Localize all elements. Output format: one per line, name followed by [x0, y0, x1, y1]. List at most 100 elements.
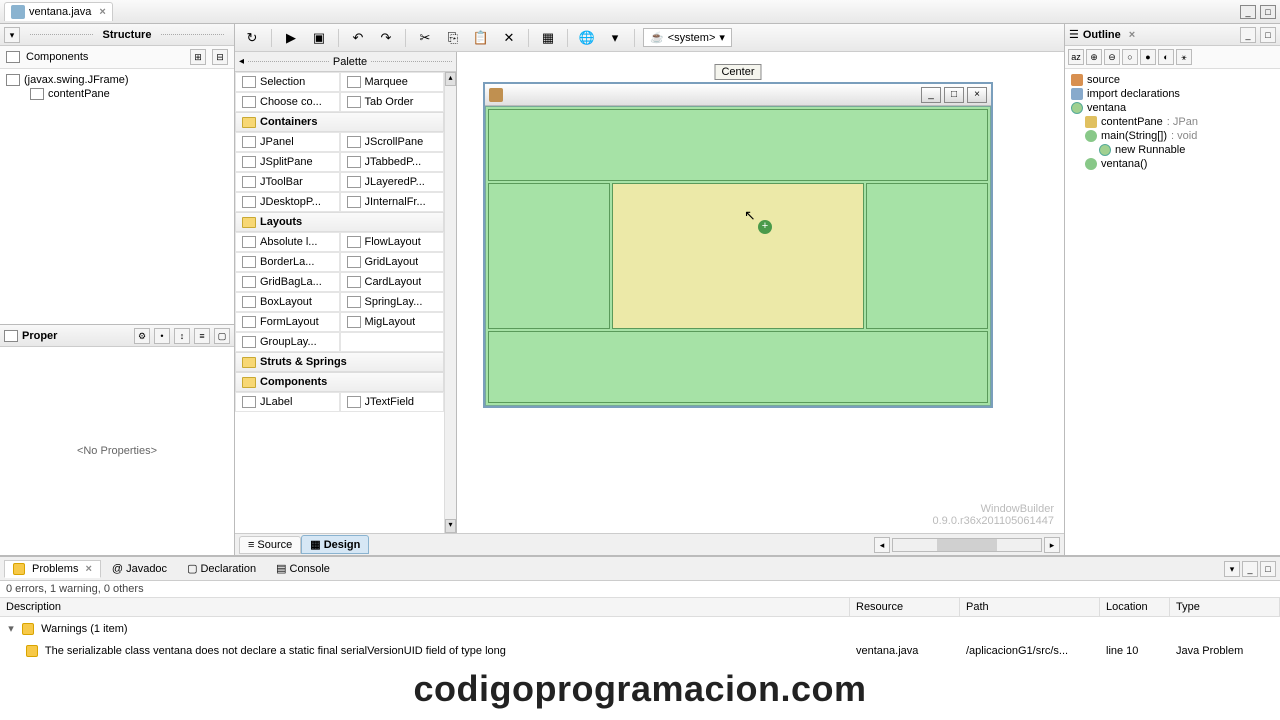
palette-item[interactable]: SpringLay...: [340, 292, 445, 312]
components-tree[interactable]: (javax.swing.JFrame) contentPane: [0, 69, 234, 324]
outline-node[interactable]: ventana(): [1071, 157, 1274, 171]
tab-design[interactable]: ▦ Design: [301, 535, 369, 554]
outline-tree[interactable]: sourceimport declarationsventanacontentP…: [1065, 69, 1280, 555]
palette-tool[interactable]: Choose co...: [235, 92, 340, 112]
tab-source[interactable]: ≡ Source: [239, 536, 301, 554]
maximize-button[interactable]: □: [1260, 5, 1276, 19]
palette-item[interactable]: JScrollPane: [340, 132, 445, 152]
prop-btn-1[interactable]: ⚙: [134, 328, 150, 344]
palette-item[interactable]: JToolBar: [235, 172, 340, 192]
hscroll-left-button[interactable]: ◂: [874, 537, 890, 553]
minimize-button[interactable]: _: [1240, 5, 1256, 19]
palette-item[interactable]: FlowLayout: [340, 232, 445, 252]
palette-tool[interactable]: Tab Order: [340, 92, 445, 112]
prop-btn-2[interactable]: •: [154, 328, 170, 344]
palette-category[interactable]: Layouts: [235, 212, 444, 232]
outline-min-button[interactable]: _: [1240, 27, 1256, 43]
palette-item[interactable]: BoxLayout: [235, 292, 340, 312]
col-resource[interactable]: Resource: [850, 598, 960, 616]
palette-item[interactable]: JPanel: [235, 132, 340, 152]
col-type[interactable]: Type: [1170, 598, 1280, 616]
outline-node[interactable]: source: [1071, 73, 1274, 87]
expand-icon[interactable]: ▾: [6, 622, 16, 635]
undo-button[interactable]: ↶: [347, 27, 369, 49]
outline-filter-5[interactable]: ◐: [1158, 49, 1174, 65]
palette-item[interactable]: Absolute l...: [235, 232, 340, 252]
outline-node[interactable]: ventana: [1071, 101, 1274, 115]
tree-node-jframe[interactable]: (javax.swing.JFrame): [6, 73, 228, 87]
globe-dropdown[interactable]: ▾: [604, 27, 626, 49]
design-canvas[interactable]: Center _ □ ×: [457, 52, 1064, 533]
palette-item[interactable]: JLabel: [235, 392, 340, 412]
prop-btn-3[interactable]: ↕: [174, 328, 190, 344]
palette-tool[interactable]: Marquee: [340, 72, 445, 92]
layout-button[interactable]: ▦: [537, 27, 559, 49]
problems-max-button[interactable]: □: [1260, 561, 1276, 577]
outline-filter-6[interactable]: ⚹: [1176, 49, 1192, 65]
tab-javadoc[interactable]: @ Javadoc: [103, 560, 176, 578]
region-north[interactable]: [488, 109, 988, 181]
hscroll-track[interactable]: [892, 538, 1042, 552]
system-dropdown[interactable]: ☕ <system> ▾: [643, 28, 732, 47]
editor-tab[interactable]: ventana.java ×: [4, 2, 113, 21]
test-button[interactable]: ▶: [280, 27, 302, 49]
palette-item[interactable]: GridBagLa...: [235, 272, 340, 292]
paste-button[interactable]: 📋: [470, 27, 492, 49]
tab-declaration[interactable]: ▢ Declaration: [178, 559, 265, 578]
expand-all-button[interactable]: ⊞: [190, 49, 206, 65]
palette-item[interactable]: MigLayout: [340, 312, 445, 332]
palette-item[interactable]: JDesktopP...: [235, 192, 340, 212]
problems-menu-button[interactable]: ▾: [1224, 561, 1240, 577]
region-east[interactable]: [866, 183, 988, 329]
cut-button[interactable]: ✂: [414, 27, 436, 49]
problems-min-button[interactable]: _: [1242, 561, 1258, 577]
region-south[interactable]: [488, 331, 988, 403]
palette-item[interactable]: [340, 332, 445, 352]
form-close-button[interactable]: ×: [967, 87, 987, 103]
outline-sort-button[interactable]: az: [1068, 49, 1084, 65]
palette-scrollbar[interactable]: ▴ ▾: [444, 72, 456, 533]
palette-category[interactable]: Containers: [235, 112, 444, 132]
palette-item[interactable]: CardLayout: [340, 272, 445, 292]
palette-item[interactable]: BorderLa...: [235, 252, 340, 272]
palette-category[interactable]: Components: [235, 372, 444, 392]
prop-btn-4[interactable]: ≡: [194, 328, 210, 344]
content-pane[interactable]: ↖ +: [485, 106, 991, 406]
palette-collapse-button[interactable]: ◂: [239, 56, 244, 67]
collapse-icon[interactable]: ▾: [4, 27, 20, 43]
outline-filter-2[interactable]: ⊖: [1104, 49, 1120, 65]
scroll-down-button[interactable]: ▾: [445, 519, 456, 533]
region-west[interactable]: [488, 183, 610, 329]
palette-item[interactable]: GridLayout: [340, 252, 445, 272]
outline-filter-1[interactable]: ⊕: [1086, 49, 1102, 65]
tab-console[interactable]: ▤ Console: [267, 559, 339, 578]
tab-problems[interactable]: Problems ×: [4, 560, 101, 578]
palette-item[interactable]: JTextField: [340, 392, 445, 412]
outline-filter-4[interactable]: ●: [1140, 49, 1156, 65]
form-maximize-button[interactable]: □: [944, 87, 964, 103]
palette-tool[interactable]: Selection: [235, 72, 340, 92]
problem-row[interactable]: The serializable class ventana does not …: [0, 640, 1280, 662]
form-window[interactable]: Center _ □ ×: [483, 82, 993, 408]
collapse-all-button[interactable]: ⊟: [212, 49, 228, 65]
redo-button[interactable]: ↷: [375, 27, 397, 49]
problems-close-icon[interactable]: ×: [85, 563, 91, 575]
close-icon[interactable]: ×: [99, 6, 105, 18]
tree-node-contentpane[interactable]: contentPane: [6, 87, 228, 101]
palette-item[interactable]: GroupLay...: [235, 332, 340, 352]
outline-node[interactable]: main(String[]) : void: [1071, 129, 1274, 143]
problems-group-row[interactable]: ▾ Warnings (1 item): [0, 617, 1280, 640]
palette-item[interactable]: JSplitPane: [235, 152, 340, 172]
delete-button[interactable]: ✕: [498, 27, 520, 49]
outline-max-button[interactable]: □: [1260, 27, 1276, 43]
scroll-up-button[interactable]: ▴: [445, 72, 456, 86]
outline-node[interactable]: new Runnable: [1071, 143, 1274, 157]
copy-button[interactable]: ⎘: [442, 27, 464, 49]
outline-filter-3[interactable]: ○: [1122, 49, 1138, 65]
col-description[interactable]: Description: [0, 598, 850, 616]
outline-close-icon[interactable]: ×: [1129, 29, 1135, 41]
palette-item[interactable]: JTabbedP...: [340, 152, 445, 172]
prop-btn-5[interactable]: ▢: [214, 328, 230, 344]
palette-item[interactable]: JInternalFr...: [340, 192, 445, 212]
hscroll-right-button[interactable]: ▸: [1044, 537, 1060, 553]
